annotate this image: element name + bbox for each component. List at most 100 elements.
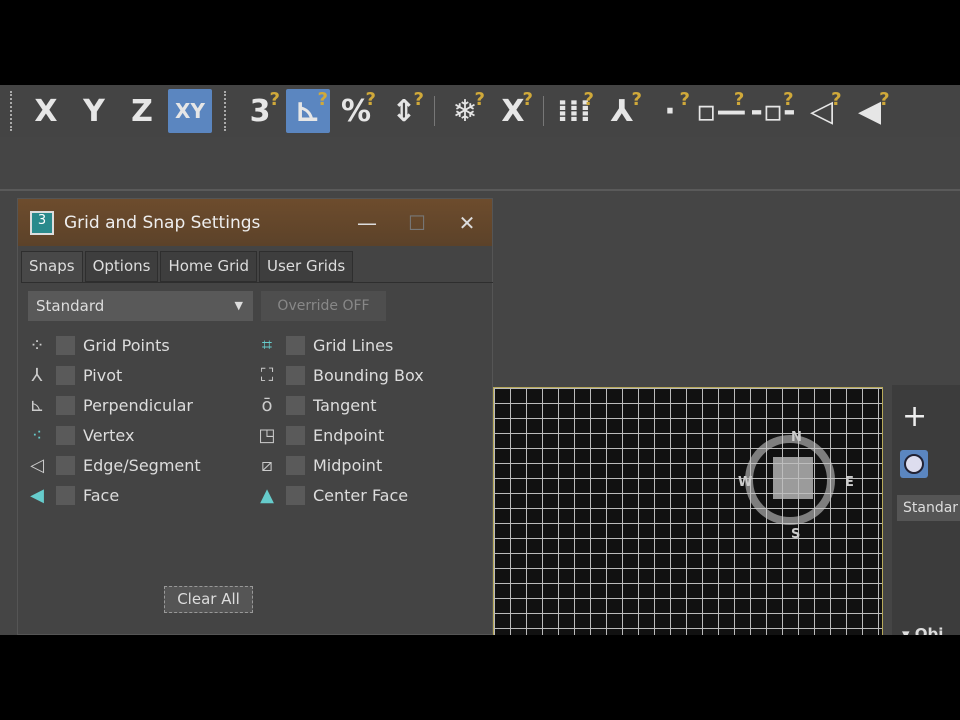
category-dropdown[interactable]: Standar bbox=[897, 495, 960, 521]
tab-options[interactable]: Options bbox=[84, 251, 159, 282]
close-button[interactable]: ✕ bbox=[442, 211, 492, 235]
percent-snap-button[interactable]: %? bbox=[334, 89, 378, 133]
spinner-snap-button[interactable]: ⇕? bbox=[382, 89, 426, 133]
checkbox[interactable] bbox=[286, 485, 305, 505]
vertex-snap-button[interactable]: ·? bbox=[648, 89, 692, 133]
tab-home-grid[interactable]: Home Grid bbox=[160, 251, 257, 282]
endpoint-snap-button[interactable]: ▫—? bbox=[696, 89, 746, 133]
snap-badge-icon: ? bbox=[365, 89, 376, 110]
snap-row-center-face[interactable]: ▲ Center Face bbox=[254, 481, 408, 509]
snap-badge-icon: ? bbox=[679, 89, 690, 110]
checkbox[interactable] bbox=[286, 395, 305, 415]
divider bbox=[0, 189, 960, 191]
axis-y-button[interactable]: Y bbox=[72, 89, 116, 133]
axis-x-button[interactable]: X bbox=[24, 89, 68, 133]
compass-w: W bbox=[738, 475, 753, 490]
checkbox[interactable] bbox=[286, 365, 305, 385]
checkbox[interactable] bbox=[56, 335, 75, 355]
angle-snap-button[interactable]: ⊾? bbox=[286, 89, 330, 133]
chevron-down-icon: ▼ bbox=[234, 299, 243, 312]
checkbox[interactable] bbox=[286, 455, 305, 475]
axis-x-icon: X bbox=[34, 93, 58, 129]
snap-badge-icon: ? bbox=[783, 89, 794, 110]
snap-row-perpendicular[interactable]: ⊾ Perpendicular bbox=[24, 391, 193, 419]
snap-label: Grid Lines bbox=[313, 335, 394, 355]
grid-points-snap-button[interactable]: ⁞⁞⁞? bbox=[552, 89, 596, 133]
midpoint-snap-button[interactable]: -▫-? bbox=[750, 89, 795, 133]
snap-type-icon: ◀ bbox=[30, 484, 44, 506]
maximize-button[interactable]: ☐ bbox=[392, 211, 442, 235]
checkbox[interactable] bbox=[56, 455, 75, 475]
vertex-snap-icon: · bbox=[664, 93, 676, 129]
snap-row-tangent[interactable]: ō Tangent bbox=[254, 391, 376, 419]
axis-z-button[interactable]: Z bbox=[120, 89, 164, 133]
pivot-snap-button[interactable]: ⅄? bbox=[600, 89, 644, 133]
snap-type-icon: ⛶ bbox=[260, 364, 274, 386]
geometry-button[interactable] bbox=[900, 450, 928, 478]
snap-label: Bounding Box bbox=[313, 365, 424, 385]
dialog-title: Grid and Snap Settings bbox=[64, 212, 261, 233]
divider bbox=[21, 282, 493, 283]
snap-badge-icon: ? bbox=[317, 89, 328, 110]
checkbox[interactable] bbox=[56, 365, 75, 385]
snap-type-icon: ⌗ bbox=[261, 334, 273, 356]
sphere-icon bbox=[904, 454, 924, 474]
snap-badge-icon: ? bbox=[583, 89, 594, 110]
checkbox[interactable] bbox=[56, 395, 75, 415]
snap-label: Grid Points bbox=[83, 335, 170, 355]
snap-row-vertex[interactable]: ⁖ Vertex bbox=[24, 421, 135, 449]
checkbox[interactable] bbox=[286, 335, 305, 355]
snap-row-grid-lines[interactable]: ⌗ Grid Lines bbox=[254, 331, 393, 359]
axis-xy-button[interactable]: XY bbox=[168, 89, 212, 133]
tab-bar: Snaps Options Home Grid User Grids bbox=[21, 251, 355, 282]
override-button[interactable]: Override OFF bbox=[261, 291, 386, 321]
grid-snap-dialog: 3 Grid and Snap Settings — ☐ ✕ Snaps Opti… bbox=[17, 198, 493, 635]
snap-row-face[interactable]: ◀ Face bbox=[24, 481, 119, 509]
minimize-button[interactable]: — bbox=[342, 211, 392, 235]
edge-snap-icon: ◁ bbox=[810, 93, 834, 129]
snap-label: Vertex bbox=[83, 425, 135, 445]
snap-type-icon: ⁖ bbox=[31, 424, 43, 446]
title-bar[interactable]: 3 Grid and Snap Settings — ☐ ✕ bbox=[18, 199, 492, 246]
snap-to-axis-button[interactable]: X? bbox=[491, 89, 535, 133]
toolbar-separator bbox=[10, 91, 12, 131]
checkbox[interactable] bbox=[56, 485, 75, 505]
tab-user-grids[interactable]: User Grids bbox=[259, 251, 354, 282]
snap-type-icon: ⧄ bbox=[261, 454, 273, 476]
freeze-snap-button[interactable]: ❄? bbox=[443, 89, 487, 133]
snap-label: Pivot bbox=[83, 365, 123, 385]
snap-row-pivot[interactable]: ⅄ Pivot bbox=[24, 361, 123, 389]
checkbox[interactable] bbox=[56, 425, 75, 445]
snap-preset-dropdown[interactable]: Standard ▼ bbox=[28, 291, 253, 321]
compass-n: N bbox=[791, 430, 802, 445]
snap-label: Midpoint bbox=[313, 455, 383, 475]
snap-label: Endpoint bbox=[313, 425, 385, 445]
preset-value: Standard bbox=[36, 297, 105, 315]
app-icon: 3 bbox=[30, 210, 54, 235]
viewport[interactable] bbox=[493, 387, 883, 635]
snap-row-edge-segment[interactable]: ◁ Edge/Segment bbox=[24, 451, 201, 479]
snap-label: Face bbox=[83, 485, 120, 505]
snap-badge-icon: ? bbox=[733, 89, 745, 110]
toolbar-separator bbox=[543, 96, 544, 126]
face-snap-button[interactable]: ◀? bbox=[848, 89, 892, 133]
viewcube[interactable] bbox=[773, 457, 813, 499]
tab-snaps[interactable]: Snaps bbox=[21, 251, 83, 282]
create-tab-icon[interactable]: + bbox=[902, 399, 927, 434]
snap-label: Center Face bbox=[313, 485, 409, 505]
object-type-rollout[interactable]: ▾ Obj bbox=[902, 625, 943, 635]
edge-snap-button[interactable]: ◁? bbox=[800, 89, 844, 133]
toolbar-separator bbox=[224, 91, 226, 131]
snap-row-endpoint[interactable]: ◳ Endpoint bbox=[254, 421, 384, 449]
snap-label: Perpendicular bbox=[83, 395, 194, 415]
checkbox[interactable] bbox=[286, 425, 305, 445]
clear-all-button[interactable]: Clear All bbox=[164, 586, 253, 613]
snap-type-icon: ▲ bbox=[260, 484, 274, 506]
axis-y-icon: Y bbox=[83, 93, 105, 129]
snap-badge-icon: ? bbox=[474, 89, 485, 110]
snap-row-grid-points[interactable]: ⁘ Grid Points bbox=[24, 331, 170, 359]
snap-type-icon: ō bbox=[261, 394, 273, 416]
snap-row-midpoint[interactable]: ⧄ Midpoint bbox=[254, 451, 382, 479]
snaps-toggle-button[interactable]: 3? bbox=[238, 89, 282, 133]
snap-row-bounding-box[interactable]: ⛶ Bounding Box bbox=[254, 361, 424, 389]
